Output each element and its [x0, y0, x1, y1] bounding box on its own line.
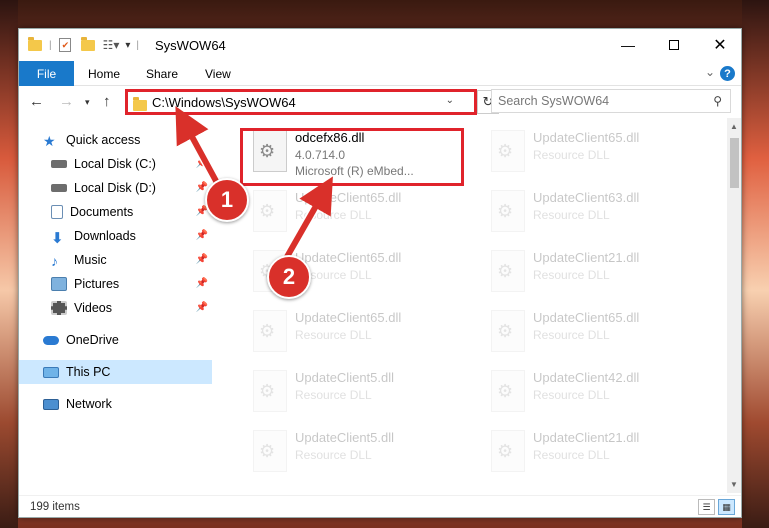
annotation-arrows	[175, 106, 333, 267]
arrow-two	[281, 176, 333, 264]
callout-badge-two: 2	[267, 255, 311, 299]
callout-badge-one: 1	[205, 178, 249, 222]
